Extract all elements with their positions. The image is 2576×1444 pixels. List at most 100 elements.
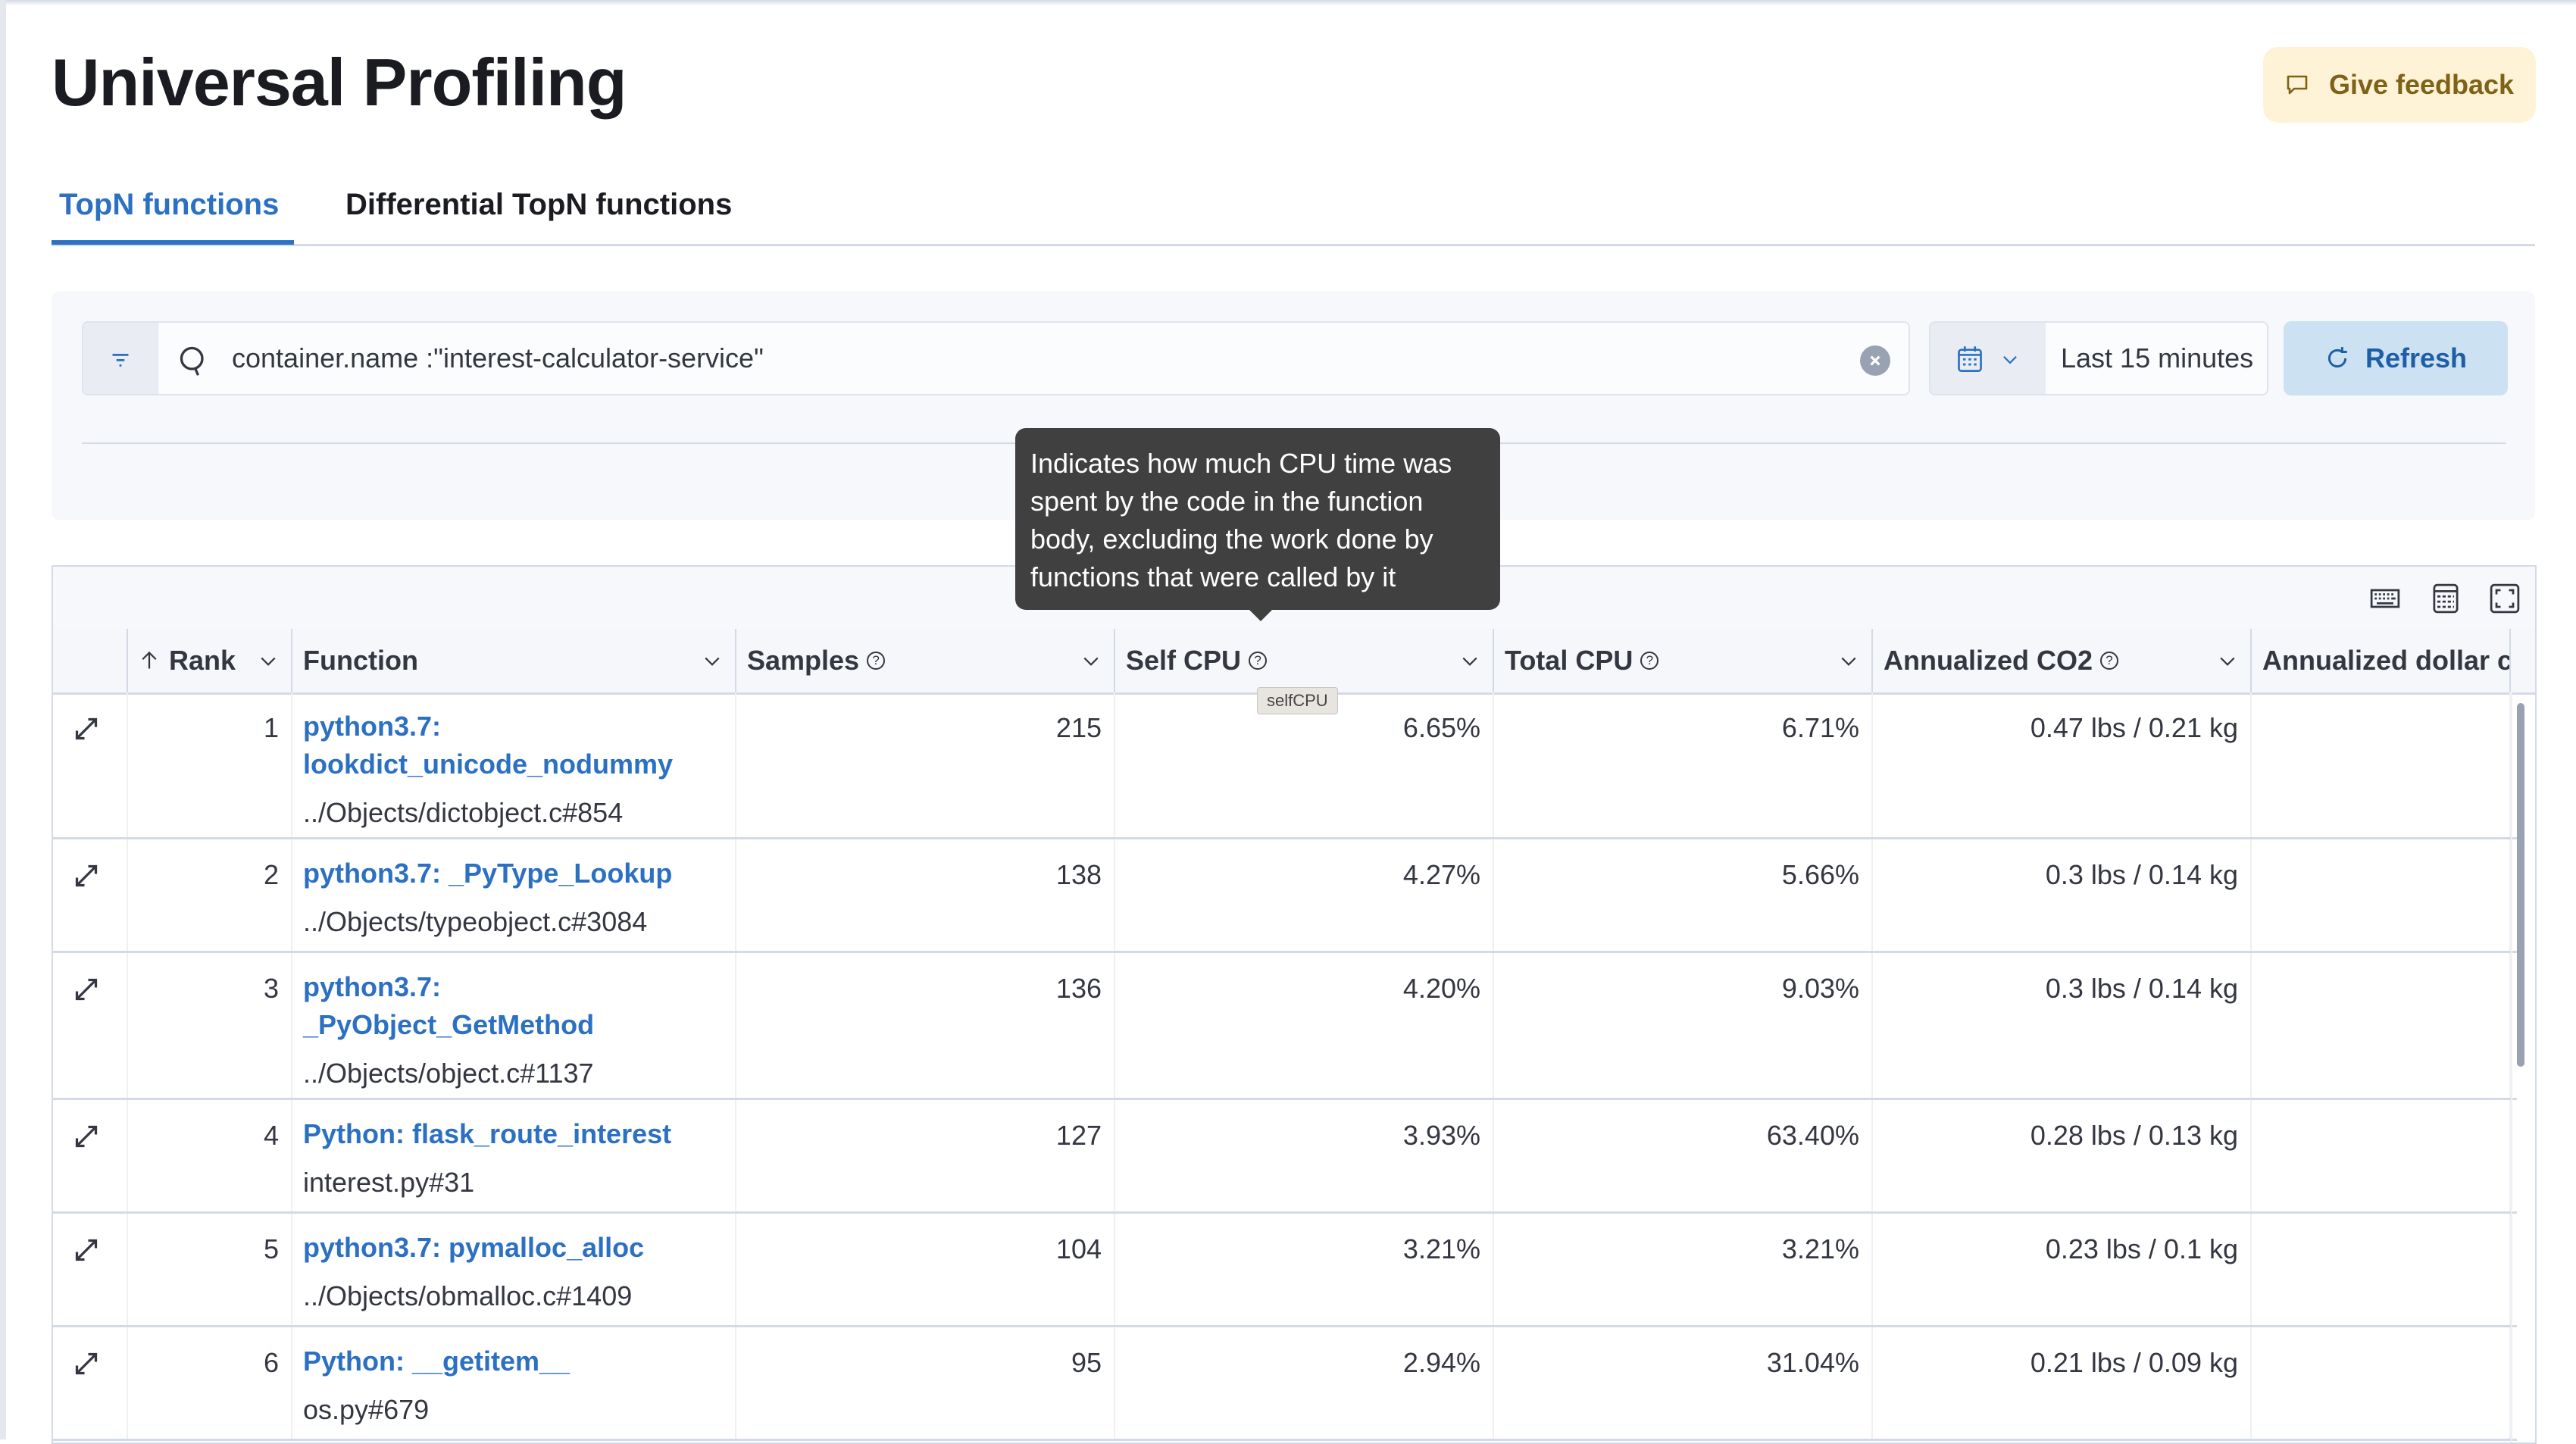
function-source: ../Objects/object.c#1137 — [303, 1058, 594, 1089]
header-annualized-dollar-cost[interactable]: Annualized dollar c — [2252, 629, 2511, 692]
date-picker: Last 15 minutes — [1929, 321, 2268, 395]
co2-cell: 0.23 lbs / 0.1 kg — [1873, 1214, 2252, 1325]
search-icon — [180, 346, 204, 376]
header-function[interactable]: Function — [292, 629, 736, 692]
header-samples-label: Samples — [747, 645, 860, 676]
rank-cell: 2 — [128, 839, 292, 951]
function-cell: python3.7: pymalloc_alloc ../Objects/obma… — [292, 1214, 736, 1325]
chevron-down-icon[interactable] — [2217, 650, 2238, 671]
tab-bar: TopN functions Differential TopN functio… — [52, 174, 2535, 246]
expand-row-icon[interactable] — [71, 714, 102, 744]
clear-search-icon[interactable] — [1860, 345, 1890, 376]
header-samples[interactable]: Samples ? — [736, 629, 1115, 692]
function-name: Python: flask_route_interest — [303, 1118, 672, 1149]
header-dollar-label: Annualized dollar c — [2262, 645, 2511, 676]
refresh-icon — [2327, 347, 2347, 368]
filter-options-button[interactable] — [83, 323, 158, 394]
header-self-cpu[interactable]: Self CPU ? — [1115, 629, 1494, 692]
vertical-scrollbar[interactable] — [2517, 703, 2524, 1067]
table-row: 4 Python: flask_route_interest interest.py… — [53, 1100, 2517, 1214]
help-icon[interactable]: ? — [1249, 652, 1268, 670]
header-co2-label: Annualized CO2 — [1884, 645, 2093, 676]
samples-cell: 127 — [736, 1100, 1115, 1211]
tab-differential-topn-functions[interactable]: Differential TopN functions — [345, 188, 732, 222]
samples-cell: 104 — [736, 1214, 1115, 1325]
calendar-icon — [1958, 346, 1982, 372]
total-cpu-cell: 3.21% — [1494, 1214, 1873, 1325]
co2-cell: 0.28 lbs / 0.13 kg — [1873, 1100, 2252, 1211]
expand-cell — [53, 1100, 128, 1211]
display-density-icon[interactable] — [2429, 582, 2462, 615]
total-cpu-cell: 63.40% — [1494, 1100, 1873, 1211]
dollar-cell — [2252, 1214, 2511, 1325]
function-source: ../Objects/obmalloc.c#1409 — [303, 1280, 633, 1311]
self-cpu-cell: 3.21% — [1115, 1214, 1494, 1325]
total-cpu-cell: 5.66% — [1494, 839, 1873, 951]
function-cell: python3.7: lookdict_unicode_nodummy ../Obj… — [292, 692, 736, 837]
chevron-down-icon[interactable] — [702, 650, 723, 671]
left-edge — [0, 0, 6, 1439]
fullscreen-icon[interactable] — [2488, 582, 2521, 615]
total-cpu-cell: 9.03% — [1494, 953, 1873, 1098]
header-self-cpu-label: Self CPU — [1126, 645, 1242, 676]
function-link[interactable]: Python: flask_route_interest — [303, 1115, 735, 1153]
give-feedback-button[interactable]: Give feedback — [2263, 47, 2536, 123]
function-cell: python3.7: _PyObject_GetMethod ../Objects/… — [292, 953, 736, 1098]
chevron-down-icon[interactable] — [1080, 650, 1102, 671]
expand-row-icon[interactable] — [71, 1235, 102, 1265]
function-name: Python: __getitem__ — [303, 1346, 571, 1377]
samples-cell: 95 — [736, 1327, 1115, 1439]
tooltip-arrow — [1249, 609, 1273, 621]
refresh-label: Refresh — [2365, 342, 2468, 374]
expand-cell — [53, 1214, 128, 1325]
dollar-cell — [2252, 1327, 2511, 1439]
function-link[interactable]: Python: __getitem__ — [303, 1342, 735, 1380]
function-cell: Python: flask_route_interest interest.py#… — [292, 1100, 736, 1211]
function-name: python3.7: — [303, 971, 442, 1002]
expand-row-icon[interactable] — [71, 1121, 102, 1152]
header-annualized-co2[interactable]: Annualized CO2 ? — [1873, 629, 2252, 692]
header-rank[interactable]: Rank — [128, 629, 292, 692]
function-name: python3.7: _PyType_Lookup — [303, 858, 673, 889]
self-cpu-cell: 4.27% — [1115, 839, 1494, 951]
expand-row-icon[interactable] — [71, 974, 102, 1005]
help-icon[interactable]: ? — [1640, 652, 1659, 670]
quick-select-button[interactable] — [1930, 323, 2046, 394]
tab-topn-functions[interactable]: TopN functions — [59, 188, 279, 222]
self-cpu-cell: 4.20% — [1115, 953, 1494, 1098]
function-source: ../Objects/typeobject.c#3084 — [303, 906, 648, 937]
function-name: python3.7: pymalloc_alloc — [303, 1232, 645, 1263]
function-source: ../Objects/dictobject.c#854 — [303, 797, 624, 828]
rank-cell: 6 — [128, 1327, 292, 1439]
table-row: 5 python3.7: pymalloc_alloc ../Objects/obm… — [53, 1214, 2517, 1327]
rank-cell: 4 — [128, 1100, 292, 1211]
give-feedback-label: Give feedback — [2328, 69, 2515, 100]
dollar-cell — [2252, 692, 2511, 837]
header-function-label: Function — [303, 645, 418, 676]
total-cpu-cell: 6.71% — [1494, 692, 1873, 837]
help-icon[interactable]: ? — [2100, 652, 2119, 670]
expand-row-icon[interactable] — [71, 1349, 102, 1379]
refresh-button[interactable]: Refresh — [2284, 321, 2508, 395]
function-link[interactable]: python3.7: _PyObject_GetMethod — [303, 968, 735, 1044]
help-icon[interactable]: ? — [867, 652, 886, 670]
expand-cell — [53, 1327, 128, 1439]
chevron-down-icon[interactable] — [258, 650, 279, 671]
chevron-down-icon[interactable] — [1459, 650, 1480, 671]
function-name-cont: _PyObject_GetMethod — [303, 1009, 595, 1040]
samples-cell: 215 — [736, 692, 1115, 837]
co2-cell: 0.21 lbs / 0.09 kg — [1873, 1327, 2252, 1439]
function-link[interactable]: python3.7: pymalloc_alloc — [303, 1229, 735, 1267]
keyboard-shortcuts-icon[interactable] — [2368, 582, 2402, 615]
co2-cell: 0.47 lbs / 0.21 kg — [1873, 692, 2252, 837]
function-link[interactable]: python3.7: _PyType_Lookup — [303, 855, 735, 892]
function-link[interactable]: python3.7: lookdict_unicode_nodummy — [303, 708, 735, 783]
header-total-cpu[interactable]: Total CPU ? — [1494, 629, 1873, 692]
expand-row-icon[interactable] — [71, 861, 102, 891]
self-cpu-tooltip: Indicates how much CPU time was spent by… — [1015, 428, 1500, 610]
chevron-down-icon[interactable] — [1838, 650, 1859, 671]
time-range-display[interactable]: Last 15 minutes — [2061, 342, 2253, 374]
expand-cell — [53, 953, 128, 1098]
search-input[interactable]: container.name :"interest-calculator-ser… — [232, 342, 764, 374]
self-cpu-cell: 3.93% — [1115, 1100, 1494, 1211]
